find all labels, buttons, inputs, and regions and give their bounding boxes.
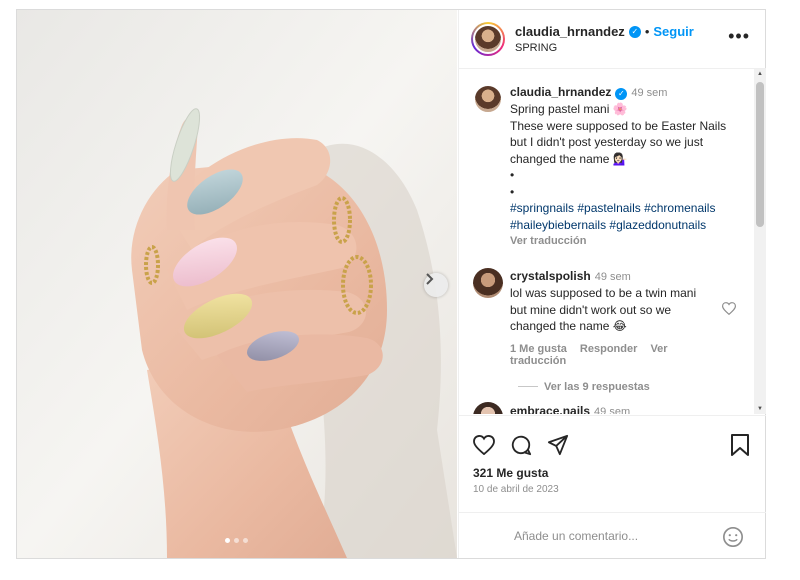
- caption-username[interactable]: claudia_hrnandez: [510, 85, 611, 99]
- comment-line: but mine didn't work out so we: [510, 302, 672, 317]
- emoji-icon[interactable]: [722, 526, 744, 548]
- caption-avatar[interactable]: [473, 84, 503, 114]
- scroll-down-arrow-icon[interactable]: ▼: [757, 406, 763, 412]
- avatar: [473, 24, 503, 54]
- caption-hashtags[interactable]: #springnails #pastelnails #chromenails: [510, 200, 750, 217]
- nails-photo: [17, 10, 457, 558]
- comment-reply-button[interactable]: Responder: [580, 343, 637, 355]
- post-header: claudia_hrnandez ✓ • Seguir SPRING •••: [459, 10, 766, 69]
- comment-avatar[interactable]: [473, 402, 503, 414]
- bookmark-icon[interactable]: [731, 434, 749, 456]
- replies-line: [518, 386, 538, 388]
- next-slide-button[interactable]: [424, 273, 448, 297]
- carousel-dots: [225, 538, 248, 543]
- caption-line: These were supposed to be Easter Nails: [510, 118, 727, 133]
- more-options-icon[interactable]: •••: [728, 27, 750, 45]
- caption-time: 49 sem: [631, 87, 668, 99]
- post-modal: claudia_hrnandez ✓ • Seguir SPRING ••• c…: [16, 9, 766, 559]
- caption-hashtags[interactable]: #haileybiebernails #glazeddonutnails: [510, 217, 750, 234]
- carousel-dot: [225, 538, 230, 543]
- carousel-dot: [243, 538, 248, 543]
- heart-icon[interactable]: [473, 435, 495, 455]
- caption-bullet: •: [510, 184, 515, 199]
- comment-time: 49 sem: [594, 406, 631, 414]
- caption-line: but I didn't post yesterday so we just: [510, 135, 704, 149]
- comment-heart-icon[interactable]: [722, 302, 736, 315]
- add-comment-bar: Añade un comentario...: [459, 512, 766, 560]
- post-side-panel: claudia_hrnandez ✓ • Seguir SPRING ••• c…: [458, 10, 766, 558]
- comment-likes[interactable]: 1 Me gusta: [510, 343, 567, 355]
- scroll-thumb[interactable]: [756, 82, 764, 227]
- comment-avatar[interactable]: [473, 268, 503, 298]
- comments-scrollbar[interactable]: ▲ ▼: [754, 69, 766, 414]
- post-date[interactable]: 10 de abril de 2023: [473, 484, 559, 495]
- caption-line: changed the name 💁🏻‍♀️: [510, 151, 628, 166]
- verified-icon: ✓: [615, 87, 628, 100]
- caption-bullet: •: [510, 168, 515, 182]
- comment-icon[interactable]: [510, 434, 532, 456]
- post-actions: 321 Me gusta 10 de abril de 2023 Añade u…: [459, 415, 766, 559]
- next-arrow-icon: [426, 273, 434, 285]
- post-image[interactable]: [17, 10, 457, 558]
- verified-icon: ✓: [628, 25, 641, 38]
- view-replies-link[interactable]: Ver las 9 respuestas: [544, 381, 650, 393]
- avatar-story-ring[interactable]: [471, 22, 505, 56]
- caption-block: claudia_hrnandez ✓ 49 sem Spring pastel ma…: [510, 83, 750, 247]
- add-comment-input[interactable]: Añade un comentario...: [514, 529, 638, 543]
- comment-username[interactable]: crystalspolish: [510, 269, 591, 283]
- comment-line: changed the name 😂: [510, 319, 627, 333]
- comment-item: crystalspolish 49 sem lol was supposed to…: [510, 267, 720, 393]
- follow-button[interactable]: Seguir: [653, 24, 693, 39]
- comment-line: lol was supposed to be a twin mani: [510, 286, 697, 300]
- comment-item: embrace.nails 49 sem: [510, 402, 720, 414]
- scroll-up-arrow-icon[interactable]: ▲: [757, 71, 763, 77]
- comment-username[interactable]: embrace.nails: [510, 404, 590, 414]
- share-icon[interactable]: [547, 434, 569, 456]
- comment-time: 49 sem: [594, 271, 631, 283]
- caption-line: Spring pastel mani 🌸: [510, 102, 628, 116]
- caption-translate-link[interactable]: Ver traducción: [510, 235, 586, 247]
- carousel-dot: [234, 538, 239, 543]
- header-subtitle[interactable]: SPRING: [515, 42, 557, 54]
- comments-list[interactable]: claudia_hrnandez ✓ 49 sem Spring pastel ma…: [459, 69, 766, 414]
- likes-count[interactable]: 321 Me gusta: [473, 466, 548, 480]
- header-separator: •: [644, 24, 650, 39]
- header-username[interactable]: claudia_hrnandez: [515, 24, 625, 39]
